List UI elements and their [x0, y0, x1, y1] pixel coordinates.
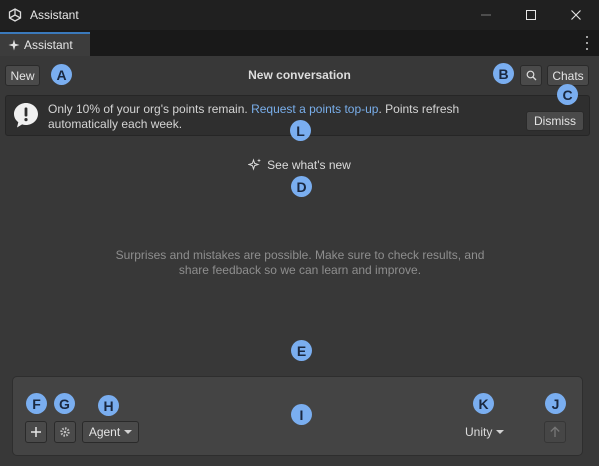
context-dropdown[interactable]: Unity	[465, 425, 505, 439]
settings-button[interactable]	[54, 421, 76, 443]
minimize-button[interactable]	[463, 0, 509, 30]
banner-text: Only 10% of your org's points remain.	[48, 102, 252, 116]
close-window-button[interactable]	[553, 0, 599, 30]
dismiss-button[interactable]: Dismiss	[526, 111, 584, 131]
window-title-bar: Assistant	[0, 0, 599, 30]
callout-marker-f: F	[26, 393, 47, 414]
tab-assistant[interactable]: Assistant	[0, 32, 90, 56]
search-button[interactable]	[520, 65, 542, 86]
agent-mode-dropdown[interactable]: Agent	[82, 421, 139, 443]
chats-button[interactable]: Chats	[547, 65, 589, 86]
agent-mode-label: Agent	[88, 425, 121, 439]
search-icon	[526, 70, 536, 81]
tab-label: Assistant	[24, 38, 73, 52]
chevron-down-icon	[124, 430, 133, 434]
banner-message: Only 10% of your org's points remain. Re…	[48, 102, 518, 132]
arrow-up-icon	[550, 426, 560, 437]
callout-marker-h: H	[98, 395, 119, 416]
plus-icon	[31, 427, 41, 437]
minimize-icon	[481, 14, 491, 16]
whats-new-label: See what's new	[267, 158, 351, 172]
close-icon	[571, 10, 581, 20]
window-title: Assistant	[30, 8, 79, 22]
maximize-button[interactable]	[508, 0, 554, 30]
more-vertical-icon[interactable]	[581, 36, 593, 50]
chevron-down-icon	[496, 430, 505, 434]
callout-marker-l: L	[290, 120, 311, 141]
sparkle-icon	[248, 158, 262, 171]
callout-marker-a: A	[51, 64, 72, 85]
callout-marker-c: C	[557, 84, 578, 105]
callout-marker-d: D	[291, 176, 312, 197]
callout-marker-b: B	[493, 63, 514, 84]
maximize-icon	[526, 10, 536, 20]
callout-marker-j: J	[545, 393, 566, 414]
context-label: Unity	[465, 425, 493, 439]
unity-logo-icon	[8, 8, 22, 22]
callout-marker-e: E	[291, 340, 312, 361]
see-whats-new-link[interactable]: See what's new	[0, 158, 599, 172]
sparkle-icon	[8, 39, 20, 51]
callout-marker-k: K	[473, 393, 494, 414]
gear-icon	[60, 427, 70, 437]
send-button[interactable]	[544, 421, 566, 443]
tab-strip: Assistant	[0, 30, 599, 56]
add-attachment-button[interactable]	[25, 421, 47, 443]
disclaimer-text: Surprises and mistakes are possible. Mak…	[115, 248, 485, 277]
request-top-up-link[interactable]: Request a points top-up	[251, 102, 378, 116]
callout-marker-g: G	[54, 393, 75, 414]
callout-marker-i: I	[291, 404, 312, 425]
info-icon	[14, 103, 38, 128]
